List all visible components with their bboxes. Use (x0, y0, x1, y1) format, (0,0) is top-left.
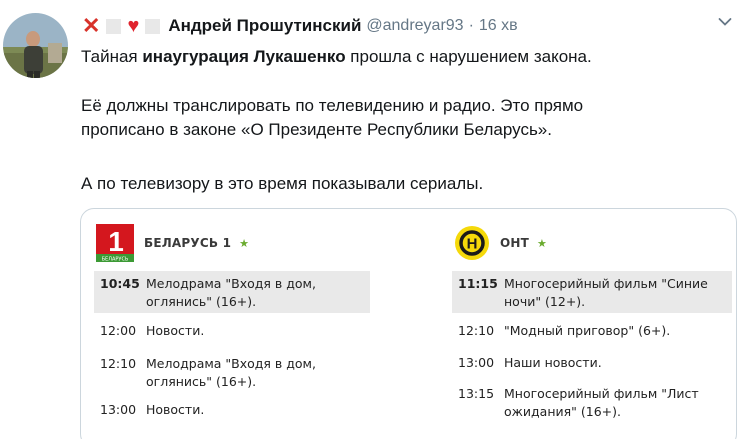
program-time: 12:10 (458, 323, 495, 338)
program-row: 12:00 Новости. (94, 322, 370, 344)
program-time: 10:45 (100, 276, 140, 291)
white-square-icon (106, 18, 122, 34)
tweet-timestamp[interactable]: 16 хв (479, 17, 518, 35)
program-time: 13:00 (458, 355, 495, 370)
text-line: Её должны транслировать по телевидению и… (81, 96, 584, 115)
author-name[interactable]: Андрей Прошутинский (168, 16, 361, 36)
program-row: 12:10 "Модный приговор" (6+). (452, 322, 732, 344)
program-title: Мелодрама "Входя в дом, (146, 276, 316, 291)
favorite-star-icon[interactable]: ★ (537, 237, 547, 250)
program-title-cont: ожидания" (16+). (504, 404, 621, 419)
tweet-text-paragraph-3: А по телевизору в это время показывали с… (81, 174, 484, 193)
svg-text:БЕЛАРУСЬ: БЕЛАРУСЬ (102, 257, 129, 263)
program-time: 13:00 (100, 402, 137, 417)
program-time: 12:10 (100, 356, 137, 371)
white-square-icon (145, 18, 161, 34)
separator-dot: · (468, 17, 474, 34)
program-row: 13:00 Наши новости. (452, 354, 732, 376)
channel-header: Н ОНТ ★ (452, 221, 547, 265)
program-row: 10:45 Мелодрама "Входя в дом, оглянись" … (94, 271, 370, 313)
chevron-down-icon (718, 18, 732, 26)
program-title: Новости. (146, 402, 205, 417)
program-title: Многосерийный фильм "Лист (504, 386, 699, 401)
program-title: Наши новости. (504, 355, 602, 370)
program-row: 12:10 Мелодрама "Входя в дом, оглянись" … (94, 355, 370, 395)
program-row: 13:00 Новости. (94, 401, 370, 423)
belarus1-logo-icon: 1 БЕЛАРУСЬ (96, 224, 134, 263)
heart-icon: ♥ (127, 15, 140, 37)
tweet-header: ✕ ♥ Андрей Прошутинский @andreyar93 · 16… (82, 14, 518, 38)
program-row: 13:15 Многосерийный фильм "Лист ожидания… (452, 385, 732, 425)
program-title: Мелодрама "Входя в дом, (146, 356, 316, 371)
tv-schedule-image[interactable]: 1 БЕЛАРУСЬ БЕЛАРУСЬ 1 ★ 10:45 Мелодрама … (80, 208, 737, 439)
channel-name: БЕЛАРУСЬ 1 (144, 236, 232, 250)
program-time: 11:15 (458, 276, 498, 291)
svg-text:1: 1 (108, 226, 124, 257)
text-segment-bold: инаугурация Лукашенко (142, 47, 346, 66)
svg-text:Н: Н (467, 236, 478, 253)
program-title: Новости. (146, 323, 205, 338)
author-handle[interactable]: @andreyar93 (366, 17, 463, 35)
program-title: Многосерийный фильм "Синие (504, 276, 708, 291)
tweet-menu-button[interactable] (718, 14, 732, 32)
program-title-cont: оглянись" (16+). (146, 374, 257, 389)
avatar-photo (3, 13, 68, 78)
program-time: 12:00 (100, 323, 137, 338)
program-title-cont: ночи" (12+). (504, 294, 586, 309)
text-segment: прошла с нарушением закона. (345, 47, 592, 66)
program-row: 11:15 Многосерийный фильм "Синие ночи" (… (452, 271, 732, 313)
tweet-text-paragraph-2: Её должны транслировать по телевидению и… (81, 94, 583, 142)
program-time: 13:15 (458, 386, 495, 401)
channel-header: 1 БЕЛАРУСЬ БЕЛАРУСЬ 1 ★ (94, 221, 249, 265)
cross-mark-icon: ✕ (82, 13, 101, 38)
ont-logo-icon: Н (455, 226, 489, 260)
program-title-cont: оглянись" (16+). (146, 294, 257, 309)
tweet-text-paragraph-1: Тайная инаугурация Лукашенко прошла с на… (81, 45, 592, 69)
avatar[interactable] (3, 13, 68, 78)
program-title: "Модный приговор" (6+). (504, 323, 671, 338)
channel-name: ОНТ (500, 236, 530, 250)
text-line: прописано в законе «О Президенте Республ… (81, 120, 552, 139)
favorite-star-icon[interactable]: ★ (239, 237, 249, 250)
text-segment: Тайная (81, 47, 143, 66)
